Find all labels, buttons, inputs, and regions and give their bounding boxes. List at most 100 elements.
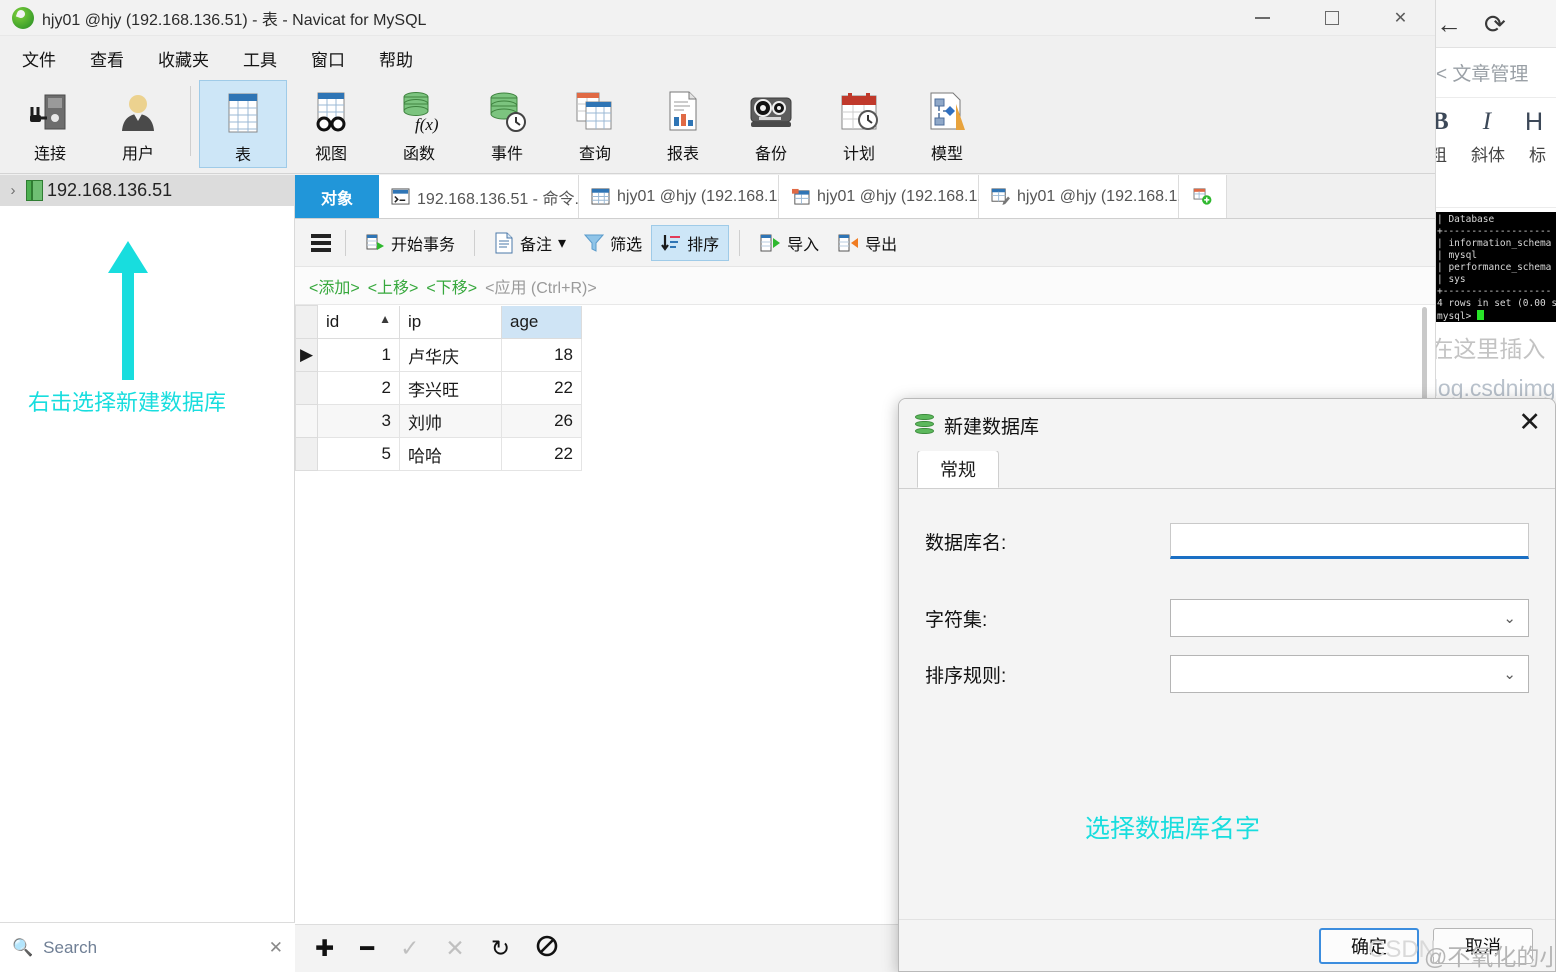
tab-console[interactable]: 192.168.136.51 - 命令...	[379, 175, 588, 218]
grid-header-id[interactable]: id ▲	[317, 305, 400, 339]
menu-item-tools[interactable]: 工具	[229, 40, 291, 77]
cell-age[interactable]: 18	[501, 338, 582, 372]
browser-back-icon[interactable]: ←	[1436, 11, 1462, 37]
dialog-body: 数据库名: 字符集: ⌄ 排序规则: ⌄ 选择数据库名字	[899, 489, 1555, 919]
ribbon-event[interactable]: 事件	[463, 80, 551, 168]
heading-label: 标	[1529, 146, 1546, 165]
cell-id[interactable]: 3	[317, 404, 400, 438]
ribbon-model[interactable]: 模型	[903, 80, 991, 168]
filter-label: 筛选	[610, 236, 643, 254]
export-label: 导出	[865, 236, 898, 254]
export-button[interactable]: 导出	[828, 226, 906, 260]
cell-id[interactable]: 2	[317, 371, 400, 405]
italic-icon[interactable]: I	[1483, 108, 1491, 137]
ribbon-connection[interactable]: 连接	[6, 80, 94, 168]
maximize-button[interactable]	[1297, 0, 1366, 36]
table-row[interactable]: 5 哈哈 22	[295, 437, 582, 471]
begin-transaction-button[interactable]: 开始事务	[356, 226, 464, 260]
browser-reload-icon[interactable]: ⟳	[1484, 11, 1506, 37]
ribbon-backup[interactable]: 备份	[727, 80, 815, 168]
charset-select[interactable]: ⌄	[1170, 599, 1529, 637]
refresh-button[interactable]: ↻	[491, 935, 510, 962]
cancel-record-button[interactable]: ✕	[445, 935, 464, 962]
note-button[interactable]: 备注 ▾	[485, 226, 575, 260]
search-input[interactable]: Search	[43, 938, 259, 958]
stop-button[interactable]	[536, 935, 558, 963]
sidebar-search[interactable]: 🔍 Search ✕	[0, 922, 295, 972]
tab-new[interactable]	[1179, 175, 1228, 218]
table-row[interactable]: 3 刘帅 26	[295, 404, 582, 438]
database-name-input[interactable]	[1170, 523, 1529, 559]
menu-item-window[interactable]: 窗口	[297, 40, 359, 77]
tab-table-design[interactable]: hjy01 @hjy (192.168.1...	[779, 175, 991, 218]
connection-icon	[28, 86, 72, 138]
ribbon-report[interactable]: 报表	[639, 80, 727, 168]
cell-id[interactable]: 1	[317, 338, 400, 372]
tree-item-server[interactable]: › 192.168.136.51	[0, 175, 294, 206]
ribbon-view[interactable]: 视图	[287, 80, 375, 168]
sort-apply-link[interactable]: <应用 (Ctrl+R)>	[485, 274, 597, 298]
tab-table-edit[interactable]: hjy01 @hjy (192.168.1...	[979, 175, 1191, 218]
sort-move-down-link[interactable]: <下移>	[426, 274, 477, 298]
window-controls: ✕	[1228, 0, 1435, 36]
tab-objects[interactable]: 对象	[295, 175, 380, 218]
filter-button[interactable]: 筛选	[575, 226, 651, 260]
tab-table-data[interactable]: hjy01 @hjy (192.168.1...	[579, 175, 791, 218]
tab-table-edit-label: hjy01 @hjy (192.168.1...	[1017, 187, 1191, 205]
table-row[interactable]: ▶ 1 卢华庆 18	[295, 338, 582, 372]
ribbon-model-label: 模型	[930, 146, 963, 163]
field-charset-label: 字符集:	[925, 609, 988, 631]
search-icon: 🔍	[12, 937, 34, 957]
import-button[interactable]: 导入	[750, 226, 828, 260]
cell-ip[interactable]: 哈哈	[399, 437, 502, 471]
cell-ip[interactable]: 刘帅	[399, 404, 502, 438]
heading-icon[interactable]: H	[1525, 108, 1543, 137]
cell-age[interactable]: 22	[501, 437, 582, 471]
sub-toolbar: 开始事务 备注 ▾ 筛选 排序 导入 导出	[295, 219, 1435, 267]
menu-item-favorites[interactable]: 收藏夹	[144, 40, 223, 77]
add-record-button[interactable]: ✚	[315, 935, 334, 962]
menu-item-file[interactable]: 文件	[8, 40, 70, 77]
ribbon-function[interactable]: f(x) 函数	[375, 80, 463, 168]
cell-ip[interactable]: 卢华庆	[399, 338, 502, 372]
hamburger-icon[interactable]	[307, 230, 335, 256]
cell-age[interactable]: 22	[501, 371, 582, 405]
export-icon	[838, 234, 859, 251]
close-button[interactable]: ✕	[1366, 0, 1435, 36]
chevron-down-icon[interactable]: ▾	[558, 233, 566, 253]
title-bar: hjy01 @hjy (192.168.136.51) - 表 - Navica…	[0, 0, 1435, 36]
sort-add-link[interactable]: <添加>	[309, 274, 360, 298]
ribbon-function-label: 函数	[402, 146, 435, 163]
tab-general[interactable]: 常规	[917, 450, 999, 488]
chevron-right-icon[interactable]: ›	[4, 182, 22, 199]
remove-record-button[interactable]: ━	[360, 935, 374, 962]
table-row[interactable]: 2 李兴旺 22	[295, 371, 582, 405]
confirm-record-button[interactable]: ✓	[400, 935, 419, 962]
ribbon-user[interactable]: 用户	[94, 80, 182, 168]
sort-button[interactable]: 排序	[651, 224, 730, 261]
filter-icon	[584, 234, 605, 252]
cell-id[interactable]: 5	[317, 437, 400, 471]
cell-ip[interactable]: 李兴旺	[399, 371, 502, 405]
menu-item-view[interactable]: 查看	[76, 40, 138, 77]
tab-objects-label: 对象	[321, 190, 354, 208]
menu-item-help[interactable]: 帮助	[365, 40, 427, 77]
collation-select[interactable]: ⌄	[1170, 655, 1529, 693]
grid-header-ip[interactable]: ip	[399, 305, 502, 339]
ok-button[interactable]: 确定	[1319, 927, 1419, 964]
ribbon-schedule[interactable]: 计划	[815, 80, 903, 168]
sort-move-up-link[interactable]: <上移>	[368, 274, 419, 298]
ribbon-table[interactable]: 表	[199, 80, 287, 168]
ribbon-query-label: 查询	[578, 146, 611, 163]
grid-header-age[interactable]: age	[501, 305, 582, 339]
clear-search-icon[interactable]: ✕	[269, 938, 283, 958]
cancel-button[interactable]: 取消	[1433, 927, 1533, 964]
dialog-footer: 确定 取消	[899, 919, 1555, 971]
cell-age[interactable]: 26	[501, 404, 582, 438]
terminal-cursor	[1477, 310, 1485, 320]
terminal-prompt: mysql>	[1437, 311, 1478, 322]
model-icon	[925, 86, 969, 138]
minimize-button[interactable]	[1228, 0, 1297, 36]
ribbon-query[interactable]: 查询	[551, 80, 639, 168]
dialog-close-icon[interactable]: ✕	[1518, 409, 1541, 436]
